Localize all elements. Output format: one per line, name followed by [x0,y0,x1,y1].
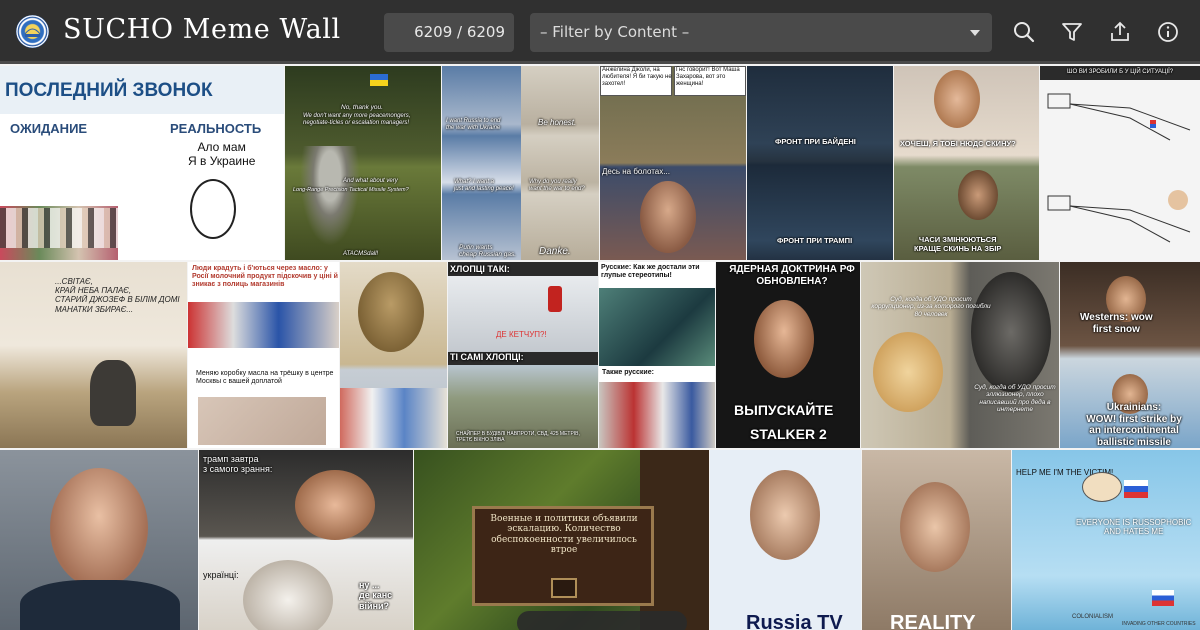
meme-tile[interactable]: ШО ВИ ЗРОБИЛИ Б У ЦІЙ СИТУАЦІЇ? [1040,66,1200,260]
share-icon[interactable] [1107,19,1133,45]
image-counter: 6209 / 6209 [384,13,514,52]
meme-tile[interactable]: Люди крадуть і б'ються через масло: у Ро… [188,262,339,448]
meme-tile[interactable]: Русские: Как же достали эти глупые стере… [599,262,715,448]
meme-tile[interactable]: No, thank you. We don't want any more pe… [285,66,441,260]
filter-icon[interactable] [1059,19,1085,45]
floating-controls[interactable] [517,611,687,630]
sucho-logo-icon[interactable] [16,15,49,48]
meme-tile[interactable]: Военные и политики объявили эскалацию. К… [414,450,709,630]
meme-tile[interactable]: ФРОНТ ПРИ БАЙДЕНІ ФРОНТ ПРИ ТРАМПІ [747,66,893,260]
info-icon[interactable] [1155,19,1181,45]
meme-tile[interactable] [340,262,447,448]
meme-tile[interactable]: ПОСЛЕДНИЙ ЗВОНОК ОЖИДАНИЕ РЕАЛЬНОСТЬ Ало… [0,66,284,260]
meme-tile[interactable]: ЯДЕРНАЯ ДОКТРИНА РФ ОБНОВЛЕНА? ВЫПУСКАЙТ… [716,262,860,448]
content-filter-select[interactable]: – Filter by Content – [530,13,992,52]
search-icon[interactable] [1011,19,1037,45]
meme-tile[interactable]: Russia TV [710,450,861,630]
app-title: SUCHO Meme Wall [63,14,341,45]
meme-tile[interactable]: ХЛОПЦІ ТАКІ: ДЕ КЕТЧУП?! ТІ САМІ ХЛОПЦІ:… [448,262,598,448]
meme-tile[interactable]: Суд, когда об УДО просит коррупционер, и… [861,262,1059,448]
meme-tile[interactable]: Анжелина Джоли, на любителя! Я би такую … [600,66,746,260]
meme-tile[interactable]: I want Russia to end the war with Ukraine… [442,66,599,260]
filter-placeholder: – Filter by Content – [540,23,690,41]
trolley-drawing [1047,93,1191,243]
meme-tile[interactable]: Westerns: wow first snow Ukrainians: WOW! … [1060,262,1200,448]
top-bar: SUCHO Meme Wall 6209 / 6209 – Filter by … [0,0,1200,64]
meme-tile[interactable]: ХОЧЕШ, Я ТОБІ НЮДС СКИНУ? ЧАСИ ЗМІНЮЮТЬС… [894,66,1039,260]
meme-tile[interactable] [0,450,198,630]
meme-tile[interactable]: ...СВІТАЄ, КРАЙ НЕБА ПАЛАЄ, СТАРИЙ ДЖОЗЕФ … [0,262,187,448]
meme-tile[interactable]: HELP ME I'M THE VICTIM! EVERYONE IS RUSS… [1012,450,1200,630]
meme-tile[interactable]: REALITY [862,450,1011,630]
meme-tile[interactable]: трамп завтра з самого зрання: укрaїнці: н… [199,450,413,630]
chevron-down-icon [970,30,980,36]
